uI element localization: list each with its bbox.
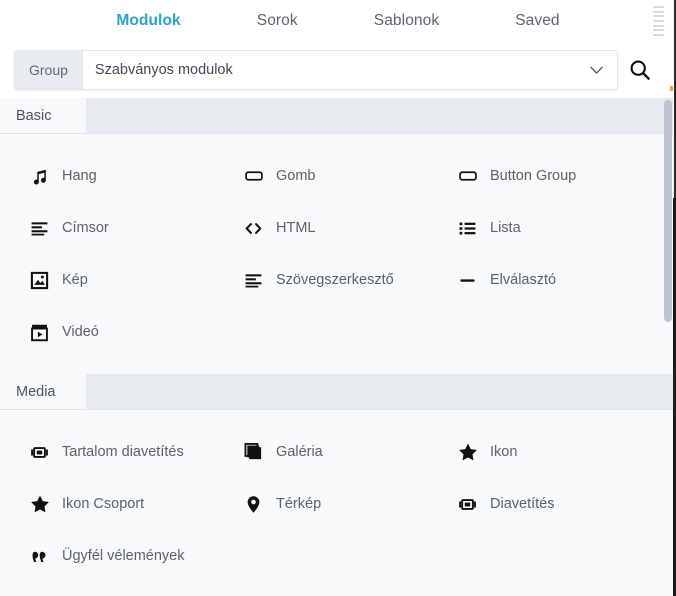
module-label: Hang [62,168,97,184]
module-item-lista[interactable]: Lista [442,202,656,254]
section-media: Media Tartalom diavetítés Galéria Ikon I… [0,374,676,596]
module-item-terkep[interactable]: Térkép [228,478,442,530]
module-label: Elválasztó [490,272,557,288]
slideshow-icon [458,495,488,514]
tab-modulok[interactable]: Modulok [78,0,218,42]
chevron-down-icon[interactable] [583,66,617,75]
tab-sorok[interactable]: Sorok [219,0,336,42]
module-item-cimsor[interactable]: Címsor [14,202,228,254]
top-tab-bar: Modulok Sorok Sablonok Saved [0,0,676,42]
module-label: Kép [62,272,88,288]
module-label: Ikon [490,444,518,460]
module-label: Térkép [276,496,322,512]
star-icon [458,442,488,462]
button-rect-icon [458,166,488,186]
module-list-scroll-area[interactable]: Basic Hang Gomb Button Group Címsor HTML… [0,98,676,596]
module-item-galeria[interactable]: Galéria [228,426,442,478]
search-box: Group Szabványos modulok [14,50,618,90]
video-clapper-icon [30,323,60,342]
module-label: Lista [490,220,521,236]
section-basic: Basic Hang Gomb Button Group Címsor HTML… [0,98,676,374]
tab-saved[interactable]: Saved [477,0,597,42]
module-item-ugyfel-velemenyek[interactable]: Ügyfél vélemények [14,530,228,582]
search-row: Group Szabványos modulok [0,42,676,98]
module-grid-basic: Hang Gomb Button Group Címsor HTML Lista… [0,150,676,358]
tab-sablonok[interactable]: Sablonok [336,0,477,42]
module-item-kep[interactable]: Kép [14,254,228,306]
module-label: Címsor [62,220,109,236]
module-label: Szövegszerkesztő [276,272,394,288]
module-item-ikon[interactable]: Ikon [442,426,656,478]
module-label: Button Group [490,168,577,184]
module-item-hang[interactable]: Hang [14,150,228,202]
module-item-gomb[interactable]: Gomb [228,150,442,202]
vertical-scrollbar-track[interactable] [664,98,672,596]
music-note-icon [30,167,60,186]
vertical-scrollbar-thumb[interactable] [664,100,672,322]
section-media-header[interactable]: Media [0,374,676,410]
section-basic-title: Basic [0,98,86,133]
star-icon [30,494,60,514]
section-media-title: Media [0,374,86,409]
horizontal-rule-icon [458,271,488,290]
section-basic-body: Hang Gomb Button Group Címsor HTML Lista… [0,134,676,374]
slideshow-icon [30,443,60,462]
bullet-list-icon [458,219,488,238]
module-item-diavetites[interactable]: Diavetítés [442,478,656,530]
image-icon [30,271,60,290]
module-item-ikon-csoport[interactable]: Ikon Csoport [14,478,228,530]
heading-lines-icon [30,219,60,238]
section-basic-header[interactable]: Basic [0,98,676,134]
module-grid-media: Tartalom diavetítés Galéria Ikon Ikon Cs… [0,426,676,582]
button-rect-icon [244,166,274,186]
module-label: Galéria [276,444,323,460]
module-label: Ügyfél vélemények [62,548,185,564]
drag-grip-icon[interactable] [653,6,664,36]
quote-marks-icon [30,547,60,566]
module-label: Videó [62,324,99,340]
module-label: Gomb [276,168,316,184]
module-item-button-group[interactable]: Button Group [442,150,656,202]
module-item-szovegszerkeszto[interactable]: Szövegszerkesztő [228,254,442,306]
module-label: Diavetítés [490,496,555,512]
module-item-elvalaszto[interactable]: Elválasztó [442,254,656,306]
module-item-video[interactable]: Videó [14,306,228,358]
heading-lines-icon [244,271,274,290]
group-button[interactable]: Group [15,51,83,89]
module-label: Ikon Csoport [62,496,145,512]
code-brackets-icon [244,219,274,238]
accent-tick-marker [670,86,673,91]
section-media-body: Tartalom diavetítés Galéria Ikon Ikon Cs… [0,410,676,596]
map-pin-icon [244,495,274,514]
module-item-tartalom-diavetites[interactable]: Tartalom diavetítés [14,426,228,478]
module-item-html[interactable]: HTML [228,202,442,254]
top-tab-list: Modulok Sorok Sablonok Saved [78,0,597,42]
module-group-select[interactable]: Szabványos modulok [83,51,617,89]
module-label: HTML [276,220,316,236]
module-label: Tartalom diavetítés [62,444,184,460]
search-icon[interactable] [618,58,662,82]
module-group-select-value[interactable]: Szabványos modulok [83,62,583,78]
gallery-stack-icon [244,442,274,462]
module-picker-panel: Modulok Sorok Sablonok Saved Group Szabv… [0,0,676,596]
